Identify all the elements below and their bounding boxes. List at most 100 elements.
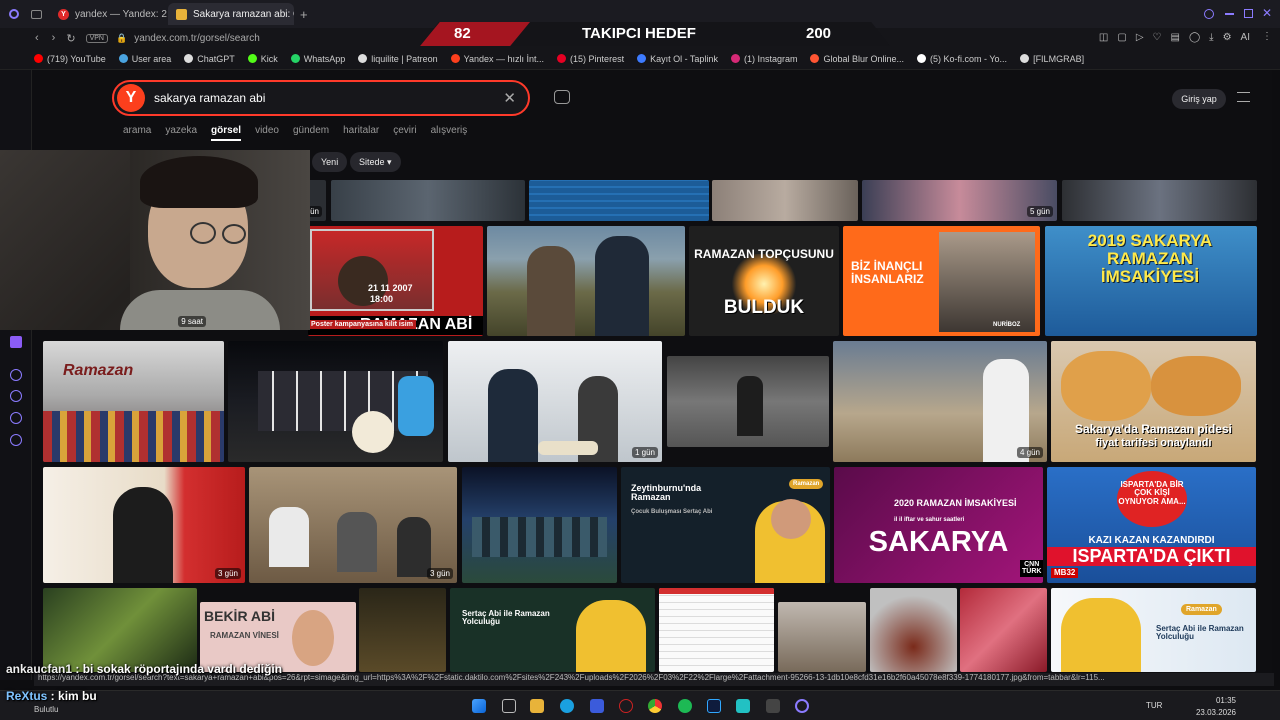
image-result[interactable]: Sakarya'da Ramazan pidesi fiyat tarifesi… xyxy=(1051,341,1256,462)
maximize-icon[interactable] xyxy=(1244,9,1253,18)
sidebar-puzzle-icon[interactable] xyxy=(10,412,22,424)
image-result[interactable] xyxy=(778,602,866,672)
obs-icon[interactable] xyxy=(795,699,809,713)
language-indicator[interactable]: TUR xyxy=(1146,701,1162,710)
bookmark-item[interactable]: Kayıt Ol - Taplink xyxy=(637,54,718,64)
yandex-logo[interactable]: Y xyxy=(117,84,145,112)
search-tab[interactable]: alışveriş xyxy=(431,125,468,141)
start-icon[interactable] xyxy=(472,699,486,713)
close-window-icon[interactable]: ✕ xyxy=(1262,6,1272,20)
image-result[interactable]: ISPARTA'DA BİR ÇOK KİŞİ OYNUYOR AMA... K… xyxy=(1047,467,1256,583)
image-result[interactable] xyxy=(331,180,525,221)
back-icon[interactable]: ‹ xyxy=(35,32,39,44)
more-icon[interactable]: ⋮ xyxy=(1262,31,1272,42)
image-result[interactable] xyxy=(487,226,685,336)
image-result[interactable]: 5 gün xyxy=(862,180,1057,221)
image-result[interactable]: Zeytinburnu'nda Ramazan Çocuk Buluşması … xyxy=(621,467,830,583)
tab-yandex[interactable]: Y yandex — Yandex: 2 milyon xyxy=(50,3,168,25)
minimize-icon[interactable] xyxy=(1225,13,1234,15)
spotify-icon[interactable] xyxy=(678,699,692,713)
extension-icon[interactable]: ◫ xyxy=(1099,32,1108,43)
wallet-icon[interactable]: ▤ xyxy=(1171,32,1180,43)
image-result[interactable]: RAMAZAN TOPÇUSUNU BULDUK xyxy=(689,226,839,336)
image-result[interactable] xyxy=(712,180,858,221)
image-result[interactable] xyxy=(43,588,197,672)
photoshop-icon[interactable] xyxy=(707,699,721,713)
tab-overview-icon[interactable] xyxy=(31,9,42,19)
image-result[interactable]: Sertaç Abi ile Ramazan Yolculuğu Ramazan xyxy=(1051,588,1256,672)
image-result[interactable] xyxy=(667,356,829,447)
clear-search-icon[interactable]: ✕ xyxy=(503,89,516,107)
login-button[interactable]: Giriş yap xyxy=(1172,89,1226,109)
app-icon[interactable] xyxy=(736,699,750,713)
forward-icon[interactable]: › xyxy=(52,32,56,44)
image-result[interactable] xyxy=(359,588,446,672)
image-result[interactable]: 3 gün xyxy=(249,467,457,583)
bookmark-item[interactable]: User area xyxy=(118,54,171,64)
image-result[interactable]: 2020 RAMAZAN İMSAKİYESİ il il iftar ve s… xyxy=(834,467,1043,583)
bookmark-item[interactable]: (1) Instagram xyxy=(730,54,797,64)
image-result[interactable]: 21 11 2007 18:00 RAMAZAN ABİ Poster kamp… xyxy=(308,226,483,336)
hamburger-menu-icon[interactable] xyxy=(1237,92,1250,102)
bookmark-item[interactable]: ChatGPT xyxy=(184,54,235,64)
image-result[interactable]: 4 gün xyxy=(833,341,1047,462)
sidebar-settings-icon[interactable] xyxy=(10,434,22,446)
bookmark-item[interactable]: (719) YouTube xyxy=(34,54,106,64)
image-result[interactable]: Sertaç Abi ile Ramazan Yolculuğu xyxy=(450,588,655,672)
image-result[interactable]: 1 gün xyxy=(448,341,662,462)
bookmark-item[interactable]: liquilite | Patreon xyxy=(358,54,438,64)
search-tab[interactable]: arama xyxy=(123,125,151,141)
new-tab-button[interactable]: + xyxy=(300,7,308,22)
image-result[interactable]: 2019 SAKARYA RAMAZAN İMSAKİYESİ xyxy=(1045,226,1257,336)
search-tab[interactable]: görsel xyxy=(211,125,242,141)
image-result[interactable] xyxy=(1062,180,1257,221)
bookmark-item[interactable]: [FILMGRAB] xyxy=(1020,54,1084,64)
twitch-icon[interactable] xyxy=(10,336,22,348)
ai-button[interactable]: AI xyxy=(1241,32,1250,43)
play-icon[interactable]: ▷ xyxy=(1136,32,1144,43)
bookmark-item[interactable]: (5) Ko-fi.com - Yo... xyxy=(917,54,1007,64)
vpn-badge[interactable]: VPN xyxy=(85,33,108,43)
profile-icon[interactable]: ◯ xyxy=(1189,32,1200,43)
heart-icon[interactable]: ♡ xyxy=(1153,32,1162,43)
reload-icon[interactable]: ↻ xyxy=(66,32,75,45)
image-result[interactable] xyxy=(462,467,617,583)
clock[interactable]: 01:35 23.03.2026 xyxy=(1196,695,1236,719)
sidebar-compass-icon[interactable] xyxy=(10,369,22,381)
camera-search-icon[interactable] xyxy=(554,90,570,104)
search-tab[interactable]: çeviri xyxy=(393,125,416,141)
image-result[interactable]: 3 gün xyxy=(43,467,245,583)
image-result[interactable] xyxy=(529,180,709,221)
image-result[interactable]: BİZ İNANÇLI İNSANLARIZ NURİBOZ xyxy=(843,226,1040,336)
image-result[interactable] xyxy=(960,588,1047,672)
file-explorer-icon[interactable] xyxy=(530,699,544,713)
browser-menu-icon[interactable] xyxy=(9,9,19,19)
search-tab[interactable]: video xyxy=(255,125,279,141)
image-result[interactable]: Ramazan xyxy=(43,341,224,462)
edge-icon[interactable] xyxy=(560,699,574,713)
image-result[interactable] xyxy=(228,341,443,462)
bookmark-item[interactable]: Global Blur Online... xyxy=(810,54,904,64)
outlook-icon[interactable] xyxy=(590,699,604,713)
sidebar-history-icon[interactable] xyxy=(10,390,22,402)
settings-icon[interactable]: ⚙ xyxy=(1223,32,1232,43)
chrome-icon[interactable] xyxy=(648,699,662,713)
download-icon[interactable]: ⤓ xyxy=(1209,32,1213,43)
weather-label[interactable]: Bulutlu xyxy=(34,705,58,714)
tab-sakarya-search[interactable]: Sakarya ramazan abi: Görs xyxy=(168,3,294,25)
bookmark-item[interactable]: Kick xyxy=(247,54,278,64)
app-icon[interactable] xyxy=(766,699,780,713)
bookmark-item[interactable]: Yandex — hızlı İnt... xyxy=(450,54,544,64)
url-field[interactable]: yandex.com.tr/gorsel/search xyxy=(134,33,260,44)
screenshot-icon[interactable]: ▢ xyxy=(1117,32,1126,43)
search-tab[interactable]: yazeka xyxy=(165,125,197,141)
task-view-icon[interactable] xyxy=(502,699,516,713)
bookmark-item[interactable]: (15) Pinterest xyxy=(557,54,624,64)
search-icon[interactable] xyxy=(1204,9,1214,19)
search-tab[interactable]: haritalar xyxy=(343,125,379,141)
opera-icon[interactable] xyxy=(619,699,633,713)
search-input[interactable]: sakarya ramazan abi xyxy=(154,91,265,105)
image-result[interactable] xyxy=(659,588,774,672)
filter-site[interactable]: Sitede ▾ xyxy=(350,152,401,172)
search-tab[interactable]: gündem xyxy=(293,125,329,141)
